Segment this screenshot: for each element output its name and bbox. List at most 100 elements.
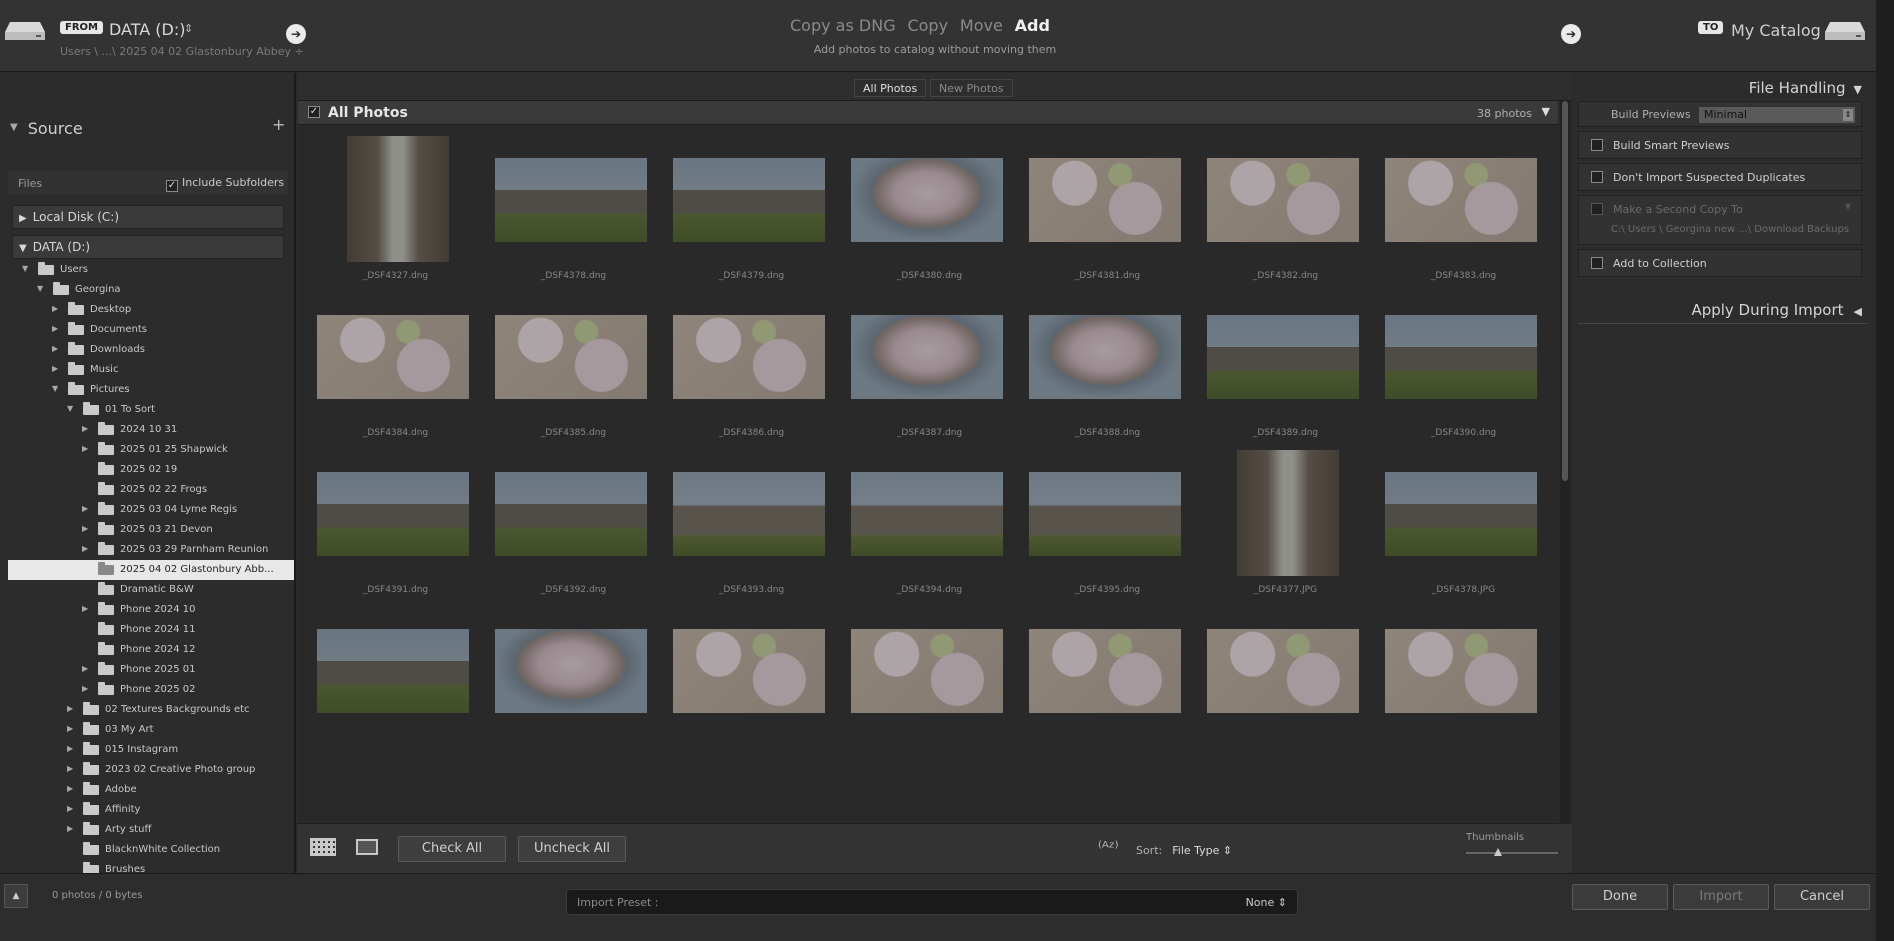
photo-cell[interactable] (1018, 596, 1197, 784)
expand-triangle-icon[interactable]: ▶ (67, 704, 73, 713)
expand-triangle-icon[interactable]: ▶ (82, 684, 88, 693)
folder-tree-item[interactable]: 2025 02 22 Frogs (8, 480, 294, 500)
folder-tree-item[interactable]: ▶ 2025 03 21 Devon (8, 520, 294, 540)
photo-thumbnail[interactable] (1028, 157, 1182, 243)
expand-triangle-icon[interactable]: ▶ (82, 524, 88, 533)
folder-tree-item[interactable]: ▶ 2025 03 04 Lyme Regis (8, 500, 294, 520)
folder-tree-item[interactable]: ▶ Desktop (8, 300, 294, 320)
photo-thumbnail[interactable] (1384, 628, 1538, 714)
expand-triangle-icon[interactable]: ▶ (82, 444, 88, 453)
import-preset-value[interactable]: None ⇕ (1246, 896, 1287, 909)
add-to-collection-row[interactable]: Add to Collection (1578, 249, 1862, 277)
photo-thumbnail[interactable] (672, 471, 826, 557)
loupe-view-icon[interactable] (356, 839, 378, 855)
include-subfolders-checkbox[interactable]: ✓ Include Subfolders (166, 176, 284, 192)
photo-thumbnail[interactable] (316, 628, 470, 714)
check-all-button[interactable]: Check All (398, 836, 506, 862)
tab-new-photos[interactable]: New Photos (930, 79, 1013, 97)
photo-thumbnail[interactable] (316, 471, 470, 557)
photo-thumbnail[interactable] (346, 135, 450, 263)
folder-tree-item[interactable]: ▶ Downloads (8, 340, 294, 360)
folder-tree-item[interactable]: ▼ Pictures (8, 380, 294, 400)
expand-triangle-icon[interactable]: ▶ (52, 324, 58, 333)
photo-cell[interactable] (1196, 596, 1375, 784)
photo-thumbnail[interactable] (850, 628, 1004, 714)
checkbox-icon[interactable] (1591, 171, 1603, 183)
folder-tree-item[interactable]: ▶ 015 Instagram (8, 740, 294, 760)
source-header[interactable]: ▼ Source (10, 119, 83, 138)
expand-triangle-icon[interactable]: ▶ (52, 304, 58, 313)
photo-thumbnail[interactable] (1028, 471, 1182, 557)
expand-triangle-icon[interactable]: ▶ (67, 764, 73, 773)
sort-value[interactable]: File Type ⇕ (1172, 844, 1232, 857)
photo-thumbnail[interactable] (1028, 628, 1182, 714)
folder-tree-item[interactable]: ▶ Documents (8, 320, 294, 340)
folder-tree-item[interactable]: Phone 2024 11 (8, 620, 294, 640)
folder-tree-item[interactable]: ▶ Affinity (8, 800, 294, 820)
photo-cell[interactable] (1374, 596, 1553, 784)
tab-all-photos[interactable]: All Photos (854, 79, 927, 97)
photo-thumbnail[interactable] (850, 314, 1004, 400)
expand-triangle-icon[interactable]: ▶ (67, 804, 73, 813)
build-smart-previews-row[interactable]: Build Smart Previews (1578, 131, 1862, 159)
destination-name[interactable]: My Catalog (1731, 21, 1821, 40)
photo-cell[interactable] (306, 596, 485, 784)
folder-tree-item[interactable]: ▼ Users (8, 260, 294, 280)
photo-thumbnail[interactable] (494, 314, 648, 400)
collapse-triangle-icon[interactable]: ▼ (22, 264, 28, 273)
folder-tree-item[interactable]: ▼ 01 To Sort (8, 400, 294, 420)
expand-triangle-icon[interactable]: ▶ (52, 344, 58, 353)
uncheck-all-button[interactable]: Uncheck All (518, 836, 626, 862)
expand-triangle-icon[interactable]: ▶ (52, 364, 58, 373)
folder-tree-item[interactable]: ▶ Phone 2025 01 (8, 660, 294, 680)
photo-thumbnail[interactable] (850, 471, 1004, 557)
mode-copy[interactable]: Copy (907, 16, 948, 35)
expand-triangle-icon[interactable]: ▶ (82, 604, 88, 613)
mode-copy-as-dng[interactable]: Copy as DNG (790, 16, 896, 35)
folder-tree-item[interactable]: 2025 04 02 Glastonbury Abb... (8, 560, 294, 580)
folder-tree-item[interactable]: Brushes (8, 860, 294, 873)
collapse-triangle-icon[interactable]: ▼ (67, 404, 73, 413)
done-button[interactable]: Done (1572, 884, 1668, 910)
apply-during-import-header[interactable]: Apply During Import ◀ (1691, 301, 1862, 319)
dont-import-duplicates-row[interactable]: Don't Import Suspected Duplicates (1578, 163, 1862, 191)
folder-tree-item[interactable]: Dramatic B&W (8, 580, 294, 600)
folder-tree-item[interactable]: ▶ Adobe (8, 780, 294, 800)
photo-cell[interactable] (484, 596, 663, 784)
photo-cell[interactable] (662, 596, 841, 784)
folder-tree-item[interactable]: ▶ 2023 02 Creative Photo group (8, 760, 294, 780)
photo-thumbnail[interactable] (494, 157, 648, 243)
add-source-icon[interactable]: + (272, 115, 285, 134)
grid-scrollbar[interactable] (1560, 101, 1570, 823)
photo-thumbnail[interactable] (1236, 449, 1340, 577)
folder-tree-item[interactable]: ▶ Arty stuff (8, 820, 294, 840)
folder-tree-item[interactable]: ▶ 2025 01 25 Shapwick (8, 440, 294, 460)
photo-thumbnail[interactable] (672, 628, 826, 714)
import-preset-bar[interactable]: Import Preset : None ⇕ (566, 889, 1298, 915)
folder-tree-item[interactable]: ▶ 03 My Art (8, 720, 294, 740)
sort-control[interactable]: Sort: File Type ⇕ (1136, 844, 1232, 857)
folder-tree-item[interactable]: ▶ 2025 03 29 Parnham Reunion (8, 540, 294, 560)
expand-up-button[interactable]: ▲ (4, 884, 28, 908)
photo-thumbnail[interactable] (494, 471, 648, 557)
collapse-triangle-icon[interactable]: ▼ (52, 384, 58, 393)
photo-thumbnail[interactable] (494, 628, 648, 714)
expand-triangle-icon[interactable]: ▶ (67, 744, 73, 753)
folder-tree-item[interactable]: Phone 2024 12 (8, 640, 294, 660)
photo-thumbnail[interactable] (850, 157, 1004, 243)
grid-view-icon[interactable] (310, 838, 336, 856)
cancel-button[interactable]: Cancel (1774, 884, 1870, 910)
folder-tree-item[interactable]: ▶ 2024 10 31 (8, 420, 294, 440)
source-name[interactable]: DATA (D:) (109, 20, 186, 39)
collapse-triangle-icon[interactable]: ▼ (37, 284, 43, 293)
photo-thumbnail[interactable] (1384, 157, 1538, 243)
source-path[interactable]: Users \ ...\ 2025 04 02 Glastonbury Abbe… (60, 45, 304, 58)
all-photos-checkbox[interactable]: ✓ (308, 106, 320, 118)
mode-move[interactable]: Move (960, 16, 1003, 35)
photo-thumbnail[interactable] (1206, 157, 1360, 243)
photo-thumbnail[interactable] (1384, 314, 1538, 400)
source-drive-icon[interactable] (4, 20, 46, 42)
checkbox-icon[interactable] (1591, 257, 1603, 269)
expand-triangle-icon[interactable]: ▶ (67, 784, 73, 793)
collapse-triangle-icon[interactable]: ▼ (1542, 105, 1550, 118)
